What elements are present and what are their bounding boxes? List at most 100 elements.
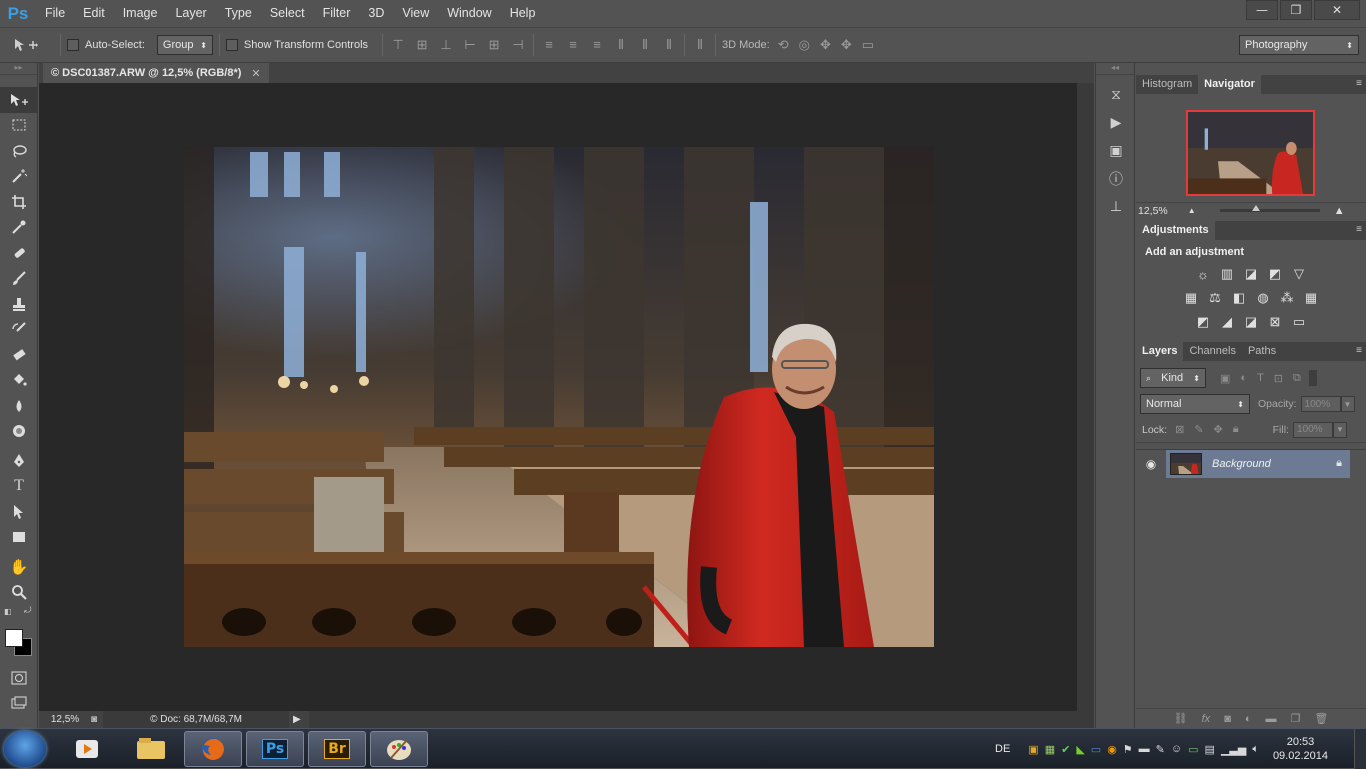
- delete-layer-trash-icon[interactable]: 🗑︎: [1314, 712, 1328, 725]
- menu-layer[interactable]: Layer: [166, 0, 215, 27]
- filter-adjustment-icon[interactable]: ◐: [1240, 372, 1247, 385]
- filter-type-icon[interactable]: T: [1257, 372, 1264, 385]
- tray-clipboard-icon[interactable]: ▤: [1205, 743, 1215, 756]
- 3d-rotate-icon[interactable]: ⟲: [778, 37, 789, 53]
- distribute-right-icon[interactable]: ⦀: [660, 37, 678, 53]
- slider-knob[interactable]: [1251, 205, 1260, 211]
- move-tool-icon[interactable]: [0, 87, 38, 113]
- fill-field[interactable]: 100%: [1292, 421, 1333, 438]
- paint-bucket-tool-icon[interactable]: [0, 368, 38, 394]
- navigator-zoom-slider[interactable]: [1219, 205, 1320, 212]
- auto-align-icon[interactable]: ⦀: [691, 37, 709, 53]
- color-lookup-icon[interactable]: ▦: [1302, 290, 1320, 306]
- history-icon[interactable]: ⧖: [1096, 81, 1136, 109]
- hand-tool-icon[interactable]: ✋: [0, 554, 38, 580]
- new-layer-icon[interactable]: ❐: [1291, 712, 1301, 725]
- layer-name[interactable]: Background: [1212, 458, 1336, 470]
- taskbar-photoshop-icon[interactable]: Ps: [246, 731, 304, 767]
- filter-shape-icon[interactable]: ⊡: [1274, 372, 1283, 385]
- selective-color-icon[interactable]: ⊠: [1266, 314, 1284, 330]
- auto-select-checkbox[interactable]: [67, 39, 79, 51]
- fill-dropdown-icon[interactable]: ▼: [1332, 421, 1347, 438]
- add-mask-icon[interactable]: ◙: [1224, 713, 1231, 725]
- eyedropper-tool-icon[interactable]: [0, 215, 38, 241]
- distribute-left-icon[interactable]: ⦀: [612, 37, 630, 53]
- lock-position-icon[interactable]: ✥: [1214, 423, 1223, 436]
- tray-check-icon[interactable]: ✔: [1061, 743, 1070, 756]
- tray-display-icon[interactable]: ▬: [1139, 743, 1150, 756]
- rectangle-tool-icon[interactable]: [0, 525, 38, 551]
- align-right-icon[interactable]: ⊣: [509, 37, 527, 53]
- channel-mixer-icon[interactable]: ⁂: [1278, 290, 1296, 306]
- tab-layers[interactable]: Layers: [1136, 342, 1184, 361]
- crop-tool-icon[interactable]: [0, 189, 38, 215]
- menu-filter[interactable]: Filter: [314, 0, 360, 27]
- panel-grip-icon[interactable]: ▸▸: [0, 63, 37, 75]
- status-menu-arrow-icon[interactable]: ▶: [293, 714, 301, 725]
- align-bottom-icon[interactable]: ⊥: [437, 37, 455, 53]
- tab-paths[interactable]: Paths: [1242, 342, 1282, 361]
- tray-bridge-icon[interactable]: ▣: [1028, 743, 1038, 756]
- curves-icon[interactable]: ◪: [1242, 266, 1260, 282]
- minimize-button[interactable]: —: [1246, 0, 1278, 20]
- 3d-roll-icon[interactable]: ◎: [799, 37, 810, 53]
- posterize-icon[interactable]: ◢: [1218, 314, 1236, 330]
- taskbar-media-player-icon[interactable]: [58, 731, 116, 767]
- 3d-scale-icon[interactable]: ▭: [862, 37, 874, 53]
- zoom-in-icon[interactable]: ▲: [1334, 205, 1345, 217]
- menu-3d[interactable]: 3D: [359, 0, 393, 27]
- clone-stamp-tool-icon[interactable]: [0, 291, 38, 317]
- move-tool-preset-icon[interactable]: [0, 27, 54, 63]
- layer-row[interactable]: ◉ Background 🔒︎: [1136, 449, 1366, 478]
- blend-mode-dropdown[interactable]: Normal ⬍: [1140, 394, 1250, 414]
- opacity-dropdown-icon[interactable]: ▼: [1340, 396, 1355, 412]
- tray-orange-icon[interactable]: ◉: [1107, 743, 1117, 756]
- levels-icon[interactable]: ▥: [1218, 266, 1236, 282]
- align-top-icon[interactable]: ⊤: [389, 37, 407, 53]
- layer-style-fx-icon[interactable]: fx: [1202, 713, 1211, 725]
- vibrance-icon[interactable]: ▽: [1290, 266, 1308, 282]
- actions-play-icon[interactable]: ▶: [1096, 109, 1136, 137]
- tray-volume-icon[interactable]: 🔈︎: [1252, 743, 1259, 756]
- document-image[interactable]: [184, 147, 934, 647]
- path-selection-tool-icon[interactable]: [0, 499, 38, 525]
- language-indicator[interactable]: DE: [995, 743, 1010, 755]
- taskbar-explorer-folder-icon[interactable]: [122, 731, 180, 767]
- tray-network-share-icon[interactable]: ✎: [1156, 743, 1165, 756]
- align-hcenter-icon[interactable]: ⊞: [485, 37, 503, 53]
- link-layers-icon[interactable]: ⛓: [1174, 712, 1188, 725]
- tray-monitor-icon[interactable]: ▭: [1091, 743, 1101, 756]
- align-vcenter-icon[interactable]: ⊞: [413, 37, 431, 53]
- workspace-dropdown[interactable]: Photography ⬍: [1239, 35, 1359, 55]
- quick-mask-icon[interactable]: [0, 665, 38, 691]
- menu-type[interactable]: Type: [216, 0, 261, 27]
- menu-view[interactable]: View: [393, 0, 438, 27]
- filter-smart-object-icon[interactable]: ⧉: [1293, 372, 1301, 385]
- distribute-hcenter-icon[interactable]: ⦀: [636, 37, 654, 53]
- tray-grid-icon[interactable]: ▦: [1045, 743, 1055, 756]
- 3d-pan-icon[interactable]: ✥: [820, 37, 831, 53]
- blur-tool-icon[interactable]: [0, 393, 38, 419]
- panel-menu-icon[interactable]: ≡: [1356, 78, 1362, 89]
- distribute-bottom-icon[interactable]: ≡: [588, 37, 606, 53]
- pen-tool-icon[interactable]: [0, 448, 38, 474]
- layer-kind-filter[interactable]: ⌕ Kind ⬍: [1140, 368, 1206, 388]
- tray-green-icon[interactable]: ▭: [1188, 743, 1198, 756]
- show-desktop-button[interactable]: [1354, 729, 1366, 769]
- new-adjustment-layer-icon[interactable]: ◐: [1245, 713, 1252, 725]
- type-tool-icon[interactable]: T: [0, 474, 38, 500]
- invert-icon[interactable]: ◩: [1194, 314, 1212, 330]
- menu-file[interactable]: File: [36, 0, 74, 27]
- status-preview-icon[interactable]: ◙: [91, 714, 97, 725]
- show-transform-checkbox[interactable]: [225, 39, 238, 51]
- tray-nvidia-icon[interactable]: ◣: [1076, 743, 1084, 756]
- tab-histogram[interactable]: Histogram: [1136, 75, 1198, 94]
- healing-brush-tool-icon[interactable]: [0, 240, 38, 266]
- dodge-tool-icon[interactable]: [0, 419, 38, 445]
- lasso-tool-icon[interactable]: [0, 138, 38, 164]
- horizontal-scrollbar[interactable]: [308, 711, 1094, 728]
- visibility-eye-icon[interactable]: ◉: [1136, 457, 1166, 471]
- screen-mode-icon[interactable]: [0, 691, 38, 717]
- status-zoom[interactable]: 12,5%: [39, 714, 91, 725]
- brightness-contrast-icon[interactable]: ☼: [1194, 266, 1212, 282]
